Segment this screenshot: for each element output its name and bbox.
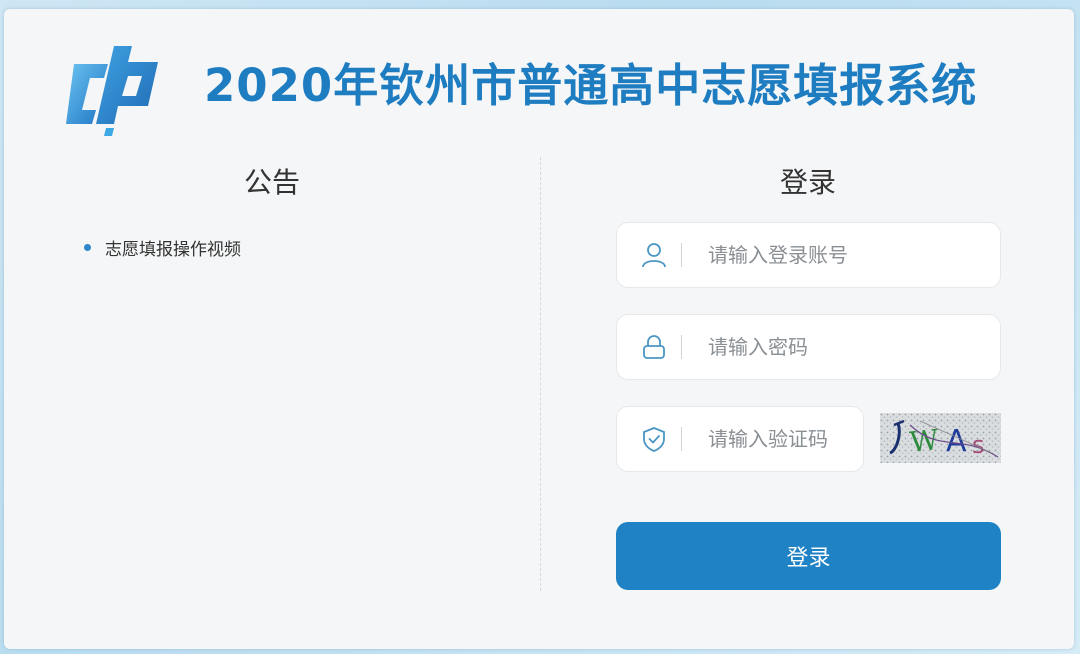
system-logo-icon bbox=[62, 42, 166, 142]
notice-item[interactable]: 志愿填报操作视频 bbox=[84, 235, 241, 260]
captcha-input[interactable] bbox=[708, 427, 858, 451]
column-divider bbox=[540, 157, 541, 591]
password-input[interactable] bbox=[708, 335, 938, 359]
account-input[interactable] bbox=[708, 243, 938, 267]
field-separator bbox=[681, 243, 682, 267]
notice-title: 公告 bbox=[243, 166, 300, 199]
field-separator bbox=[681, 427, 682, 451]
bullet-dot bbox=[84, 244, 91, 251]
login-button[interactable]: 登录 bbox=[616, 522, 1001, 590]
field-separator bbox=[681, 335, 682, 359]
account-field[interactable] bbox=[616, 222, 1001, 288]
svg-text:W: W bbox=[908, 423, 940, 459]
login-title: 登录 bbox=[779, 166, 836, 199]
page-title: 2020年钦州市普通高中志愿填报系统 bbox=[204, 59, 978, 112]
notice-item-label: 志愿填报操作视频 bbox=[105, 240, 241, 260]
captcha-field[interactable] bbox=[616, 406, 864, 472]
lock-icon bbox=[641, 334, 667, 360]
password-field[interactable] bbox=[616, 314, 1001, 380]
shield-check-icon bbox=[641, 426, 667, 452]
user-icon bbox=[641, 242, 667, 268]
captcha-image[interactable]: W A s bbox=[880, 413, 1001, 463]
main-card: 2020年钦州市普通高中志愿填报系统 公告 志愿填报操作视频 登录 请输入登录账… bbox=[4, 9, 1074, 649]
svg-text:A: A bbox=[946, 424, 967, 459]
